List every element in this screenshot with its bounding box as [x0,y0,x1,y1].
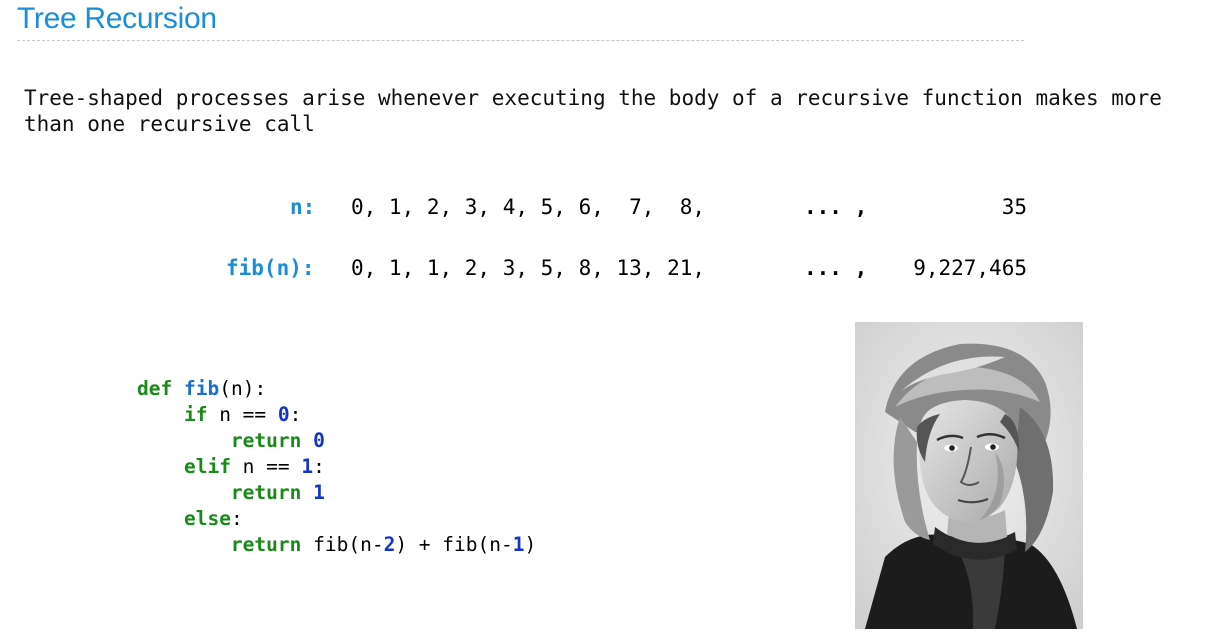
fib-label: fib(n): [226,256,315,280]
signature-rest: (n): [219,377,267,400]
if-colon: : [289,403,302,426]
code-line-return-recursive: return fib(n-2) + fib(n-1) [137,532,536,558]
recursive-call-part-2: ) + fib(n- [395,533,513,556]
intro-text: Tree-shaped processes arise whenever exe… [24,85,1162,137]
portrait-illustration [855,322,1083,629]
recursive-number-1: 1 [512,533,525,556]
else-colon: : [230,507,243,530]
recursive-call-part-3: ) [524,533,537,556]
if-condition: n == [207,403,278,426]
n-label: n: [290,195,316,219]
return-0-value: 0 [313,429,325,452]
intro-line-2: than one recursive call [24,112,315,136]
slide-title: Tree Recursion [17,2,217,35]
keyword-elif: elif [183,455,231,478]
recursive-call-part-1: fib(n- [301,533,384,556]
if-number: 0 [277,403,290,426]
return-1-value: 1 [313,481,325,504]
portrait-image [855,322,1083,629]
keyword-def: def [137,377,173,400]
keyword-return: return [230,429,302,452]
keyword-return: return [230,533,302,556]
elif-condition: n == [230,455,302,478]
elif-colon: : [313,455,325,478]
function-name: fib [183,377,220,400]
keyword-if: if [183,403,208,426]
code-block: def fib(n): if n == 0: return 0 elif n =… [137,376,536,558]
fib-values: 0, 1, 1, 2, 3, 5, 8, 13, 21, [351,256,706,280]
code-line-else: else: [137,506,536,532]
elif-number: 1 [301,455,314,478]
n-last-value: 35 [1001,195,1027,219]
intro-line-1: Tree-shaped processes arise whenever exe… [24,86,1162,110]
keyword-return: return [230,481,302,504]
code-line-def: def fib(n): [137,376,536,402]
recursive-number-2: 2 [383,533,396,556]
n-values: 0, 1, 2, 3, 4, 5, 6, 7, 8, [351,195,706,219]
fib-last-value: 9,227,465 [913,256,1027,280]
keyword-else: else [183,507,231,530]
code-line-elif: elif n == 1: [137,454,536,480]
n-ellipsis: ... , [804,195,868,219]
code-line-return-0: return 0 [137,428,536,454]
code-line-if: if n == 0: [137,402,536,428]
fib-ellipsis: ... , [804,256,868,280]
title-divider [17,40,1024,41]
code-line-return-1: return 1 [137,480,536,506]
